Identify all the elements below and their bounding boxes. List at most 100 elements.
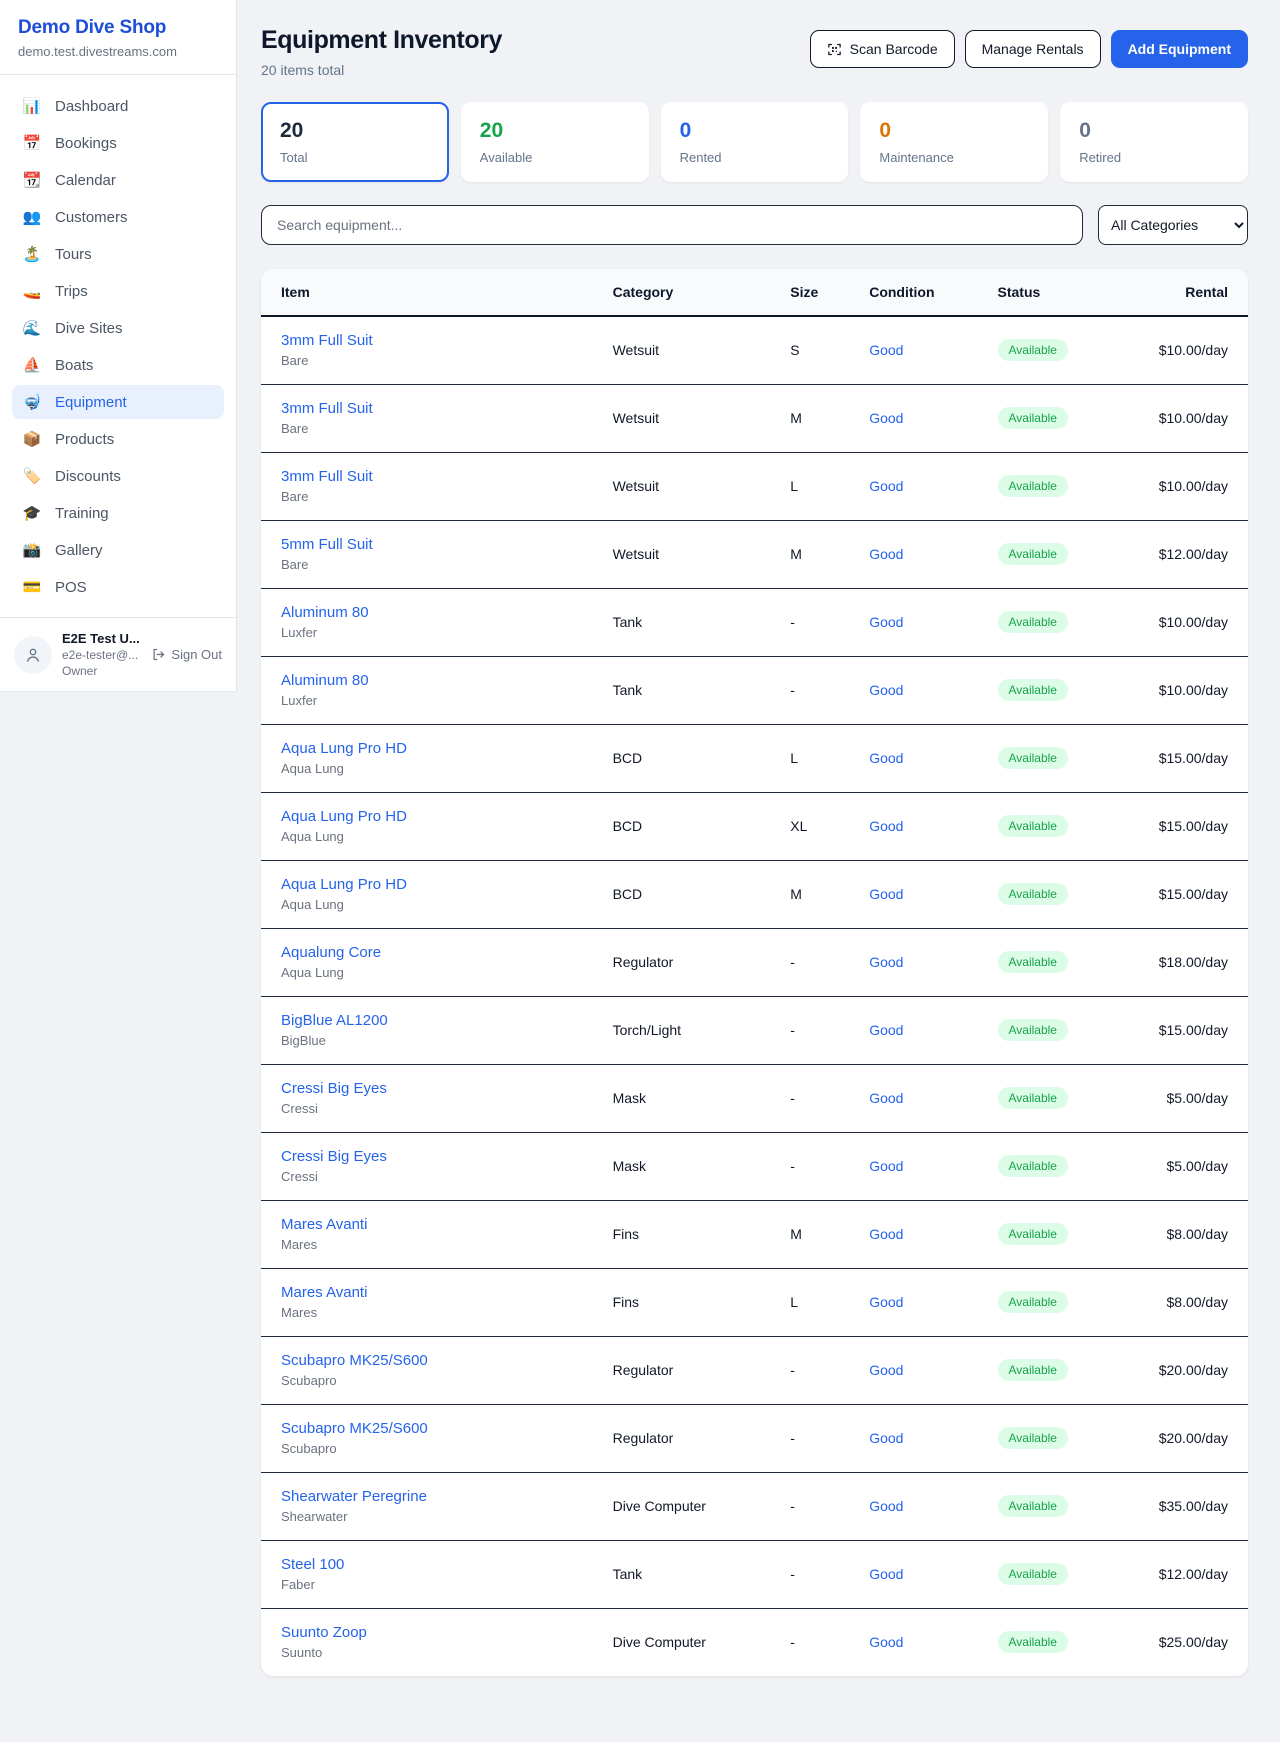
table-row: Aqualung Core Aqua Lung Regulator - Good… [261, 928, 1248, 996]
stat-label: Total [280, 150, 430, 165]
sidebar-item-icon: 🎓 [22, 504, 42, 522]
add-equipment-button[interactable]: Add Equipment [1111, 30, 1248, 68]
condition-link[interactable]: Good [869, 1362, 903, 1378]
item-name-link[interactable]: Aqua Lung Pro HD [281, 740, 581, 757]
rental-cell: $18.00/day [1139, 928, 1248, 996]
item-name-link[interactable]: 3mm Full Suit [281, 332, 581, 349]
item-name-link[interactable]: Aqua Lung Pro HD [281, 876, 581, 893]
brand-title[interactable]: Demo Dive Shop [18, 17, 218, 39]
sign-out-label: Sign Out [171, 647, 222, 662]
condition-link[interactable]: Good [869, 410, 903, 426]
table-row: Aluminum 80 Luxfer Tank - Good Available… [261, 588, 1248, 656]
condition-link[interactable]: Good [869, 886, 903, 902]
stat-card[interactable]: 0 Rented [661, 102, 849, 182]
sidebar-item[interactable]: 👥 Customers [12, 200, 224, 234]
manage-rentals-button[interactable]: Manage Rentals [965, 30, 1101, 68]
status-badge: Available [998, 1155, 1068, 1177]
sign-out-button[interactable]: Sign Out [151, 647, 222, 662]
condition-link[interactable]: Good [869, 342, 903, 358]
status-cell: Available [982, 1064, 1140, 1132]
status-cell: Available [982, 1336, 1140, 1404]
condition-link[interactable]: Good [869, 546, 903, 562]
stat-card[interactable]: 20 Total [261, 102, 449, 182]
sidebar-item[interactable]: 🏝️ Tours [12, 237, 224, 271]
item-brand: Aqua Lung [281, 965, 581, 980]
table-row: 3mm Full Suit Bare Wetsuit L Good Availa… [261, 452, 1248, 520]
category-select[interactable]: All Categories [1098, 205, 1248, 245]
sidebar-item[interactable]: 🚤 Trips [12, 274, 224, 308]
condition-cell: Good [853, 452, 981, 520]
condition-link[interactable]: Good [869, 1294, 903, 1310]
stat-cards: 20 Total 20 Available 0 Rented 0 Mainten… [261, 102, 1248, 182]
header-actions: Scan Barcode Manage Rentals Add Equipmen… [810, 30, 1248, 68]
stat-card[interactable]: 20 Available [461, 102, 649, 182]
item-name-link[interactable]: Scubapro MK25/S600 [281, 1420, 581, 1437]
stat-card[interactable]: 0 Maintenance [860, 102, 1048, 182]
condition-link[interactable]: Good [869, 614, 903, 630]
size-cell: - [774, 588, 853, 656]
item-name-link[interactable]: Steel 100 [281, 1556, 581, 1573]
item-name-link[interactable]: 5mm Full Suit [281, 536, 581, 553]
condition-link[interactable]: Good [869, 1634, 903, 1650]
search-input[interactable] [261, 205, 1083, 245]
sidebar-item[interactable]: 📆 Calendar [12, 163, 224, 197]
sidebar-item[interactable]: 📅 Bookings [12, 126, 224, 160]
item-name-link[interactable]: Aluminum 80 [281, 604, 581, 621]
condition-link[interactable]: Good [869, 1226, 903, 1242]
sidebar-item-label: Boats [55, 357, 93, 374]
item-cell: Suunto Zoop Suunto [261, 1608, 597, 1676]
condition-link[interactable]: Good [869, 1498, 903, 1514]
condition-link[interactable]: Good [869, 1022, 903, 1038]
condition-link[interactable]: Good [869, 682, 903, 698]
item-name-link[interactable]: BigBlue AL1200 [281, 1012, 581, 1029]
col-category: Category [597, 269, 775, 316]
sidebar-item[interactable]: 📸 Gallery [12, 533, 224, 567]
category-cell: Fins [597, 1268, 775, 1336]
status-badge: Available [998, 407, 1068, 429]
status-badge: Available [998, 951, 1068, 973]
condition-link[interactable]: Good [869, 1430, 903, 1446]
sidebar-item[interactable]: 🎓 Training [12, 496, 224, 530]
item-name-link[interactable]: 3mm Full Suit [281, 400, 581, 417]
scan-barcode-button[interactable]: Scan Barcode [810, 30, 955, 68]
condition-link[interactable]: Good [869, 1090, 903, 1106]
item-name-link[interactable]: Suunto Zoop [281, 1624, 581, 1641]
item-cell: 3mm Full Suit Bare [261, 316, 597, 384]
sidebar-item[interactable]: 💳 POS [12, 570, 224, 604]
sidebar-item-label: Customers [55, 209, 128, 226]
item-name-link[interactable]: Cressi Big Eyes [281, 1080, 581, 1097]
item-name-link[interactable]: Aluminum 80 [281, 672, 581, 689]
size-cell: - [774, 1132, 853, 1200]
item-name-link[interactable]: Aqua Lung Pro HD [281, 808, 581, 825]
item-name-link[interactable]: Mares Avanti [281, 1216, 581, 1233]
rental-cell: $10.00/day [1139, 316, 1248, 384]
item-brand: Aqua Lung [281, 761, 581, 776]
item-name-link[interactable]: Cressi Big Eyes [281, 1148, 581, 1165]
item-name-link[interactable]: Scubapro MK25/S600 [281, 1352, 581, 1369]
sidebar-item[interactable]: 🌊 Dive Sites [12, 311, 224, 345]
condition-link[interactable]: Good [869, 1158, 903, 1174]
stat-card[interactable]: 0 Retired [1060, 102, 1248, 182]
item-name-link[interactable]: 3mm Full Suit [281, 468, 581, 485]
sidebar-item[interactable]: 🏷️ Discounts [12, 459, 224, 493]
item-cell: BigBlue AL1200 BigBlue [261, 996, 597, 1064]
condition-link[interactable]: Good [869, 1566, 903, 1582]
item-name-link[interactable]: Aqualung Core [281, 944, 581, 961]
size-cell: L [774, 1268, 853, 1336]
sidebar-item[interactable]: 📦 Products [12, 422, 224, 456]
user-email: e2e-tester@... [62, 648, 141, 662]
item-name-link[interactable]: Mares Avanti [281, 1284, 581, 1301]
sidebar-item[interactable]: ⛵ Boats [12, 348, 224, 382]
size-cell: - [774, 656, 853, 724]
item-name-link[interactable]: Shearwater Peregrine [281, 1488, 581, 1505]
col-condition: Condition [853, 269, 981, 316]
condition-link[interactable]: Good [869, 478, 903, 494]
condition-link[interactable]: Good [869, 818, 903, 834]
condition-link[interactable]: Good [869, 750, 903, 766]
condition-link[interactable]: Good [869, 954, 903, 970]
item-cell: Steel 100 Faber [261, 1540, 597, 1608]
sidebar-item[interactable]: 🤿 Equipment [12, 385, 224, 419]
sidebar-item[interactable]: 📊 Dashboard [12, 89, 224, 123]
table-row: Scubapro MK25/S600 Scubapro Regulator - … [261, 1336, 1248, 1404]
condition-cell: Good [853, 996, 981, 1064]
